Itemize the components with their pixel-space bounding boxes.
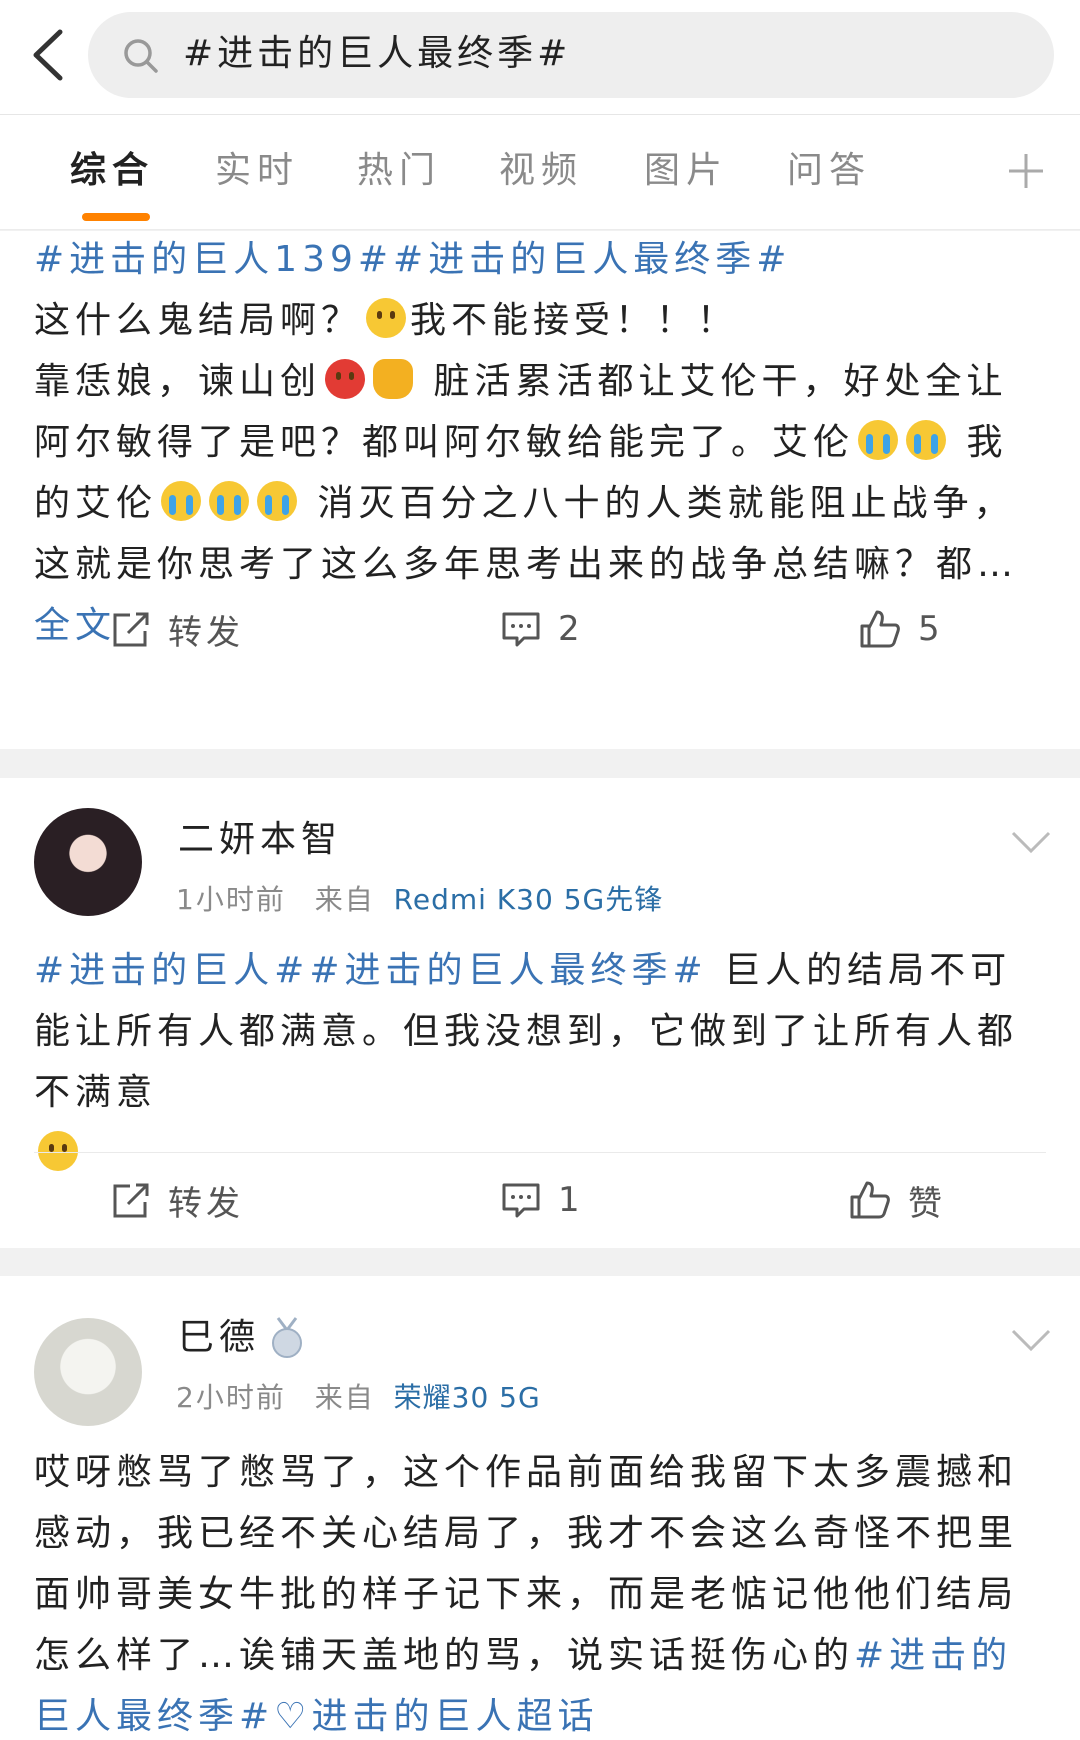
chevron-down-icon[interactable] <box>1010 830 1052 854</box>
username[interactable]: 巳德 <box>178 1316 260 1360</box>
repost-label: 转发 <box>168 1183 244 1224</box>
hashtag-link[interactable]: #进击的巨人139##进击的巨人最终季# <box>34 239 791 280</box>
like-label: 赞 <box>908 1183 946 1224</box>
comment-button[interactable]: 1 <box>500 1175 584 1225</box>
tab-qa[interactable]: 问答 <box>787 149 871 193</box>
username[interactable]: 二妍本智 <box>178 818 342 862</box>
post-text-segment: 我不能接受！！！ <box>410 300 739 341</box>
emoji-icon <box>257 481 298 521</box>
tab-realtime[interactable]: 实时 <box>215 149 299 193</box>
search-results-screen: #进击的巨人最终季# 综合 实时 热门 视频 图片 问答 #进击的巨人139##… <box>0 0 1080 1740</box>
from-label: 来自 <box>314 1381 375 1414</box>
emoji-icon <box>209 481 250 521</box>
like-button[interactable]: 5 <box>858 604 944 654</box>
post-source[interactable]: Redmi K30 5G先锋 <box>394 883 664 916</box>
post-card: 二妍本智 1小时前 来自 Redmi K30 5G先锋 #进击的巨人##进击的巨… <box>0 778 1080 1248</box>
search-bar[interactable]: #进击的巨人最终季# <box>88 12 1054 98</box>
thumbs-up-icon <box>860 610 900 648</box>
top-bar: #进击的巨人最终季# <box>0 0 1080 115</box>
post-source[interactable]: 荣耀30 5G <box>394 1381 541 1414</box>
avatar[interactable] <box>34 1318 142 1426</box>
like-count: 5 <box>918 609 944 649</box>
repost-icon <box>113 612 149 647</box>
search-icon <box>124 39 158 73</box>
tab-images[interactable]: 图片 <box>644 149 728 193</box>
comment-count: 2 <box>558 609 584 649</box>
divider <box>34 1152 1046 1153</box>
tab-hot[interactable]: 热门 <box>357 149 441 193</box>
avatar[interactable] <box>34 808 142 916</box>
active-tab-indicator <box>82 213 150 221</box>
add-tab-icon[interactable] <box>1006 151 1046 191</box>
hashtag-link[interactable]: ♡进击的巨人超话 <box>274 1696 598 1737</box>
comment-icon <box>502 612 540 647</box>
medal-badge-icon <box>272 1317 302 1358</box>
post-card: 巳德 2小时前 来自 荣耀30 5G 哎呀憋骂了憋骂了，这个作品前面给我留下太多… <box>0 1276 1080 1740</box>
post-text: 哎呀憋骂了憋骂了，这个作品前面给我留下太多震撼和感动，我已经不关心结局了，我才不… <box>34 1442 1044 1740</box>
post-card: #进击的巨人139##进击的巨人最终季# 这什么鬼结局啊？ 我不能接受！！！ 靠恁娘，… <box>0 231 1080 749</box>
emoji-icon <box>325 359 366 399</box>
post-meta: 1小时前 来自 Redmi K30 5G先锋 <box>176 883 663 917</box>
chevron-down-icon[interactable] <box>1010 1328 1052 1352</box>
like-button[interactable]: 赞 <box>848 1175 946 1225</box>
post-time: 2小时前 <box>176 1381 286 1414</box>
post-time: 1小时前 <box>176 883 286 916</box>
repost-label: 转发 <box>168 612 244 653</box>
tab-general[interactable]: 综合 <box>70 149 154 193</box>
post-text-segment: 靠恁娘，谏山创 <box>34 361 322 402</box>
tab-video[interactable]: 视频 <box>499 149 583 193</box>
emoji-icon <box>373 359 414 399</box>
comment-count: 1 <box>558 1180 584 1220</box>
search-query[interactable]: #进击的巨人最终季# <box>183 30 571 78</box>
post-text-segment: 这什么鬼结局啊？ <box>34 300 363 341</box>
post-text: #进击的巨人##进击的巨人最终季# 巨人的结局不可能让所有人都满意。但我没想到，… <box>34 940 1044 1184</box>
repost-button[interactable]: 转发 <box>110 1175 244 1225</box>
repost-icon <box>113 1183 149 1218</box>
comment-button[interactable]: 2 <box>500 604 584 654</box>
back-arrow-icon[interactable] <box>22 22 82 88</box>
emoji-icon <box>906 420 947 460</box>
post-meta: 2小时前 来自 荣耀30 5G <box>176 1381 541 1415</box>
tab-bar: 综合 实时 热门 视频 图片 问答 <box>0 115 1080 230</box>
emoji-icon <box>161 481 202 521</box>
post-text: #进击的巨人139##进击的巨人最终季# 这什么鬼结局啊？ 我不能接受！！！ 靠恁娘，… <box>34 229 1044 656</box>
post-actions: 转发 1 赞 <box>0 1165 1080 1235</box>
emoji-icon <box>858 420 899 460</box>
thumbs-up-icon <box>850 1181 890 1219</box>
from-label: 来自 <box>314 883 375 916</box>
hashtag-link[interactable]: #进击的巨人##进击的巨人最终季# <box>34 950 708 991</box>
post-actions: 转发 2 5 <box>0 594 1080 664</box>
repost-button[interactable]: 转发 <box>110 604 244 654</box>
emoji-icon <box>366 298 407 338</box>
comment-icon <box>502 1183 540 1218</box>
